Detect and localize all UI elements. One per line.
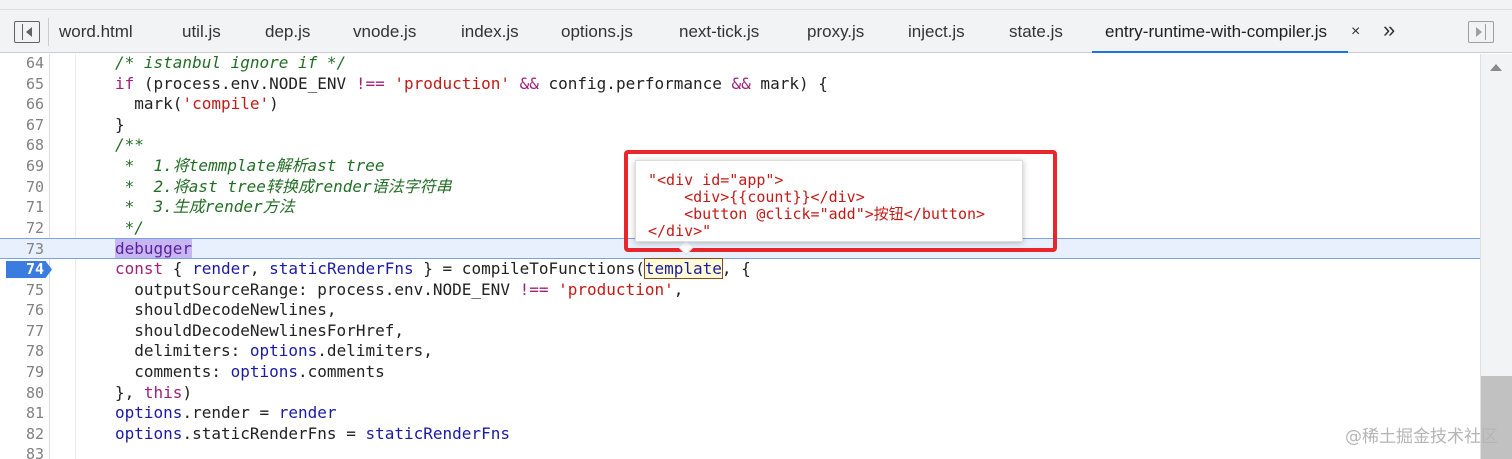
line-number[interactable]: 64 [0,54,44,74]
editor-tab-bar: word.html util.js dep.js vnode.js index.… [0,10,1512,53]
code-line[interactable]: 64 /* istanbul ignore if */ [0,54,1480,74]
variable-value-popover: "<div id="app"> <div>{{count}}</div> <bu… [635,160,1023,242]
tab-separator [48,18,49,46]
line-number[interactable]: 71 [0,197,44,218]
toggle-navigator-icon[interactable] [14,21,40,43]
code-text: * 3.生成render方法 [115,197,295,217]
watermark: @稀土掘金技术社区 [1345,427,1498,447]
line-number[interactable]: 80 [0,383,44,404]
line-number[interactable]: 72 [0,218,44,239]
scroll-up-icon[interactable] [1490,64,1502,71]
tab-util-js[interactable]: util.js [182,10,221,53]
line-number[interactable]: 65 [0,74,44,95]
code-text: const { render, staticRenderFns } = comp… [115,258,751,279]
line-number[interactable]: 79 [0,362,44,383]
tab-dep-js[interactable]: dep.js [265,10,310,53]
code-text: mark('compile') [115,94,279,114]
more-tabs-icon[interactable]: » [1383,10,1395,53]
code-line[interactable]: 79 comments: options.comments [0,362,1480,383]
code-text: shouldDecodeNewlines, [115,300,337,320]
code-line[interactable]: 76 shouldDecodeNewlines, [0,300,1480,321]
code-line[interactable]: 82 options.staticRenderFns = staticRender… [0,424,1480,445]
code-text: */ [115,217,144,237]
code-line[interactable]: 78 delimiters: options.delimiters, [0,341,1480,362]
tab-word-html[interactable]: word.html [59,10,133,53]
code-text: } [115,114,125,134]
vertical-scrollbar[interactable] [1480,54,1512,459]
code-line[interactable]: 75 outputSourceRange: process.env.NODE_E… [0,280,1480,301]
line-number[interactable]: 66 [0,94,44,115]
tab-entry-runtime-with-compiler-js[interactable]: entry-runtime-with-compiler.js [1092,10,1348,53]
line-number[interactable]: 73 [0,239,44,260]
line-number[interactable]: 78 [0,341,44,362]
code-text: debugger [115,239,193,259]
line-number[interactable]: 82 [0,424,44,445]
code-text: if (process.env.NODE_ENV !== 'production… [115,73,828,93]
line-number[interactable]: 69 [0,156,44,177]
line-number[interactable]: 68 [0,135,44,156]
tab-index-js[interactable]: index.js [461,10,519,53]
code-line[interactable]: 74 const { render, staticRenderFns } = co… [0,258,1480,280]
tab-vnode-js[interactable]: vnode.js [353,10,416,53]
code-text: options.render = render [115,403,337,423]
popover-value-line: </div>" [648,222,712,240]
code-line[interactable]: 67} [0,115,1480,136]
line-number[interactable]: 77 [0,321,44,342]
code-line[interactable]: 65 if (process.env.NODE_ENV !== 'producti… [0,74,1480,95]
tab-inject-js[interactable]: inject.js [908,10,965,53]
code-text: comments: options.comments [115,362,385,381]
code-text: outputSourceRange: process.env.NODE_ENV … [115,279,684,299]
code-line[interactable]: 80 }, this) [0,383,1480,404]
code-line[interactable]: 83 [0,444,1480,459]
code-text: }, this) [115,382,193,402]
code-text: shouldDecodeNewlinesForHref, [115,320,404,340]
line-number[interactable]: 81 [0,403,44,424]
code-text: /** [115,135,144,155]
code-line[interactable]: 77 shouldDecodeNewlinesForHref, [0,321,1480,342]
code-text: * 2.将ast tree转换成render语法字符串 [115,176,452,196]
hovered-variable[interactable]: template [643,258,723,279]
popover-value-line: <button @click="add">按钮</button> [648,205,986,223]
line-number[interactable]: 70 [0,177,44,198]
line-number[interactable]: 76 [0,300,44,321]
tab-proxy-js[interactable]: proxy.js [807,10,864,53]
code-text: * 1.将temmplate解析ast tree [115,156,385,175]
popover-value-line: <div>{{count}}</div> [648,188,865,206]
code-text: delimiters: options.delimiters, [115,341,433,361]
line-number[interactable]: 83 [0,444,44,459]
popover-value-line: "<div id="app"> [648,171,784,189]
code-text: options.staticRenderFns = staticRenderFn… [115,423,510,443]
line-number[interactable]: 67 [0,115,44,136]
line-number[interactable]: 74 [0,259,44,280]
tab-next-tick-js[interactable]: next-tick.js [679,10,759,53]
code-editor[interactable]: 64 /* istanbul ignore if */ 65 if (process.… [0,54,1480,459]
line-number[interactable]: 75 [0,280,44,301]
window-top-strip [0,0,1512,10]
code-line[interactable]: 81 options.render = render [0,403,1480,424]
toggle-debugger-icon[interactable] [1468,21,1494,43]
close-tab-icon[interactable]: × [1351,10,1360,53]
code-line[interactable]: 66 mark('compile') [0,94,1480,115]
tab-state-js[interactable]: state.js [1009,10,1063,53]
code-text: /* istanbul ignore if */ [115,54,347,72]
tab-options-js[interactable]: options.js [561,10,633,53]
